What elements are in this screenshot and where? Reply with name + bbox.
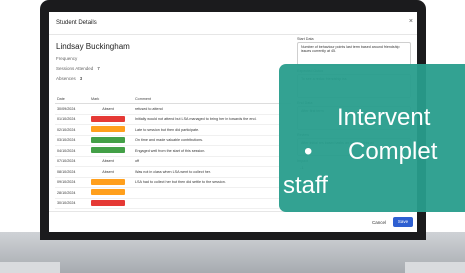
row-comment: Engaged well from the start of this sess… [133,145,291,157]
close-icon[interactable]: × [409,18,413,25]
table-row[interactable]: 02/10/2024 Late to session but then did p… [55,124,291,136]
mark-indicator[interactable] [91,189,125,196]
row-date: 09/10/2024 [55,177,89,188]
row-date: 28/10/2024 [55,187,89,199]
cancel-button[interactable]: Cancel [372,220,386,225]
table-row[interactable]: 30/10/2024 [55,198,291,209]
row-date: 01/10/2024 [55,114,89,125]
row-mark [89,114,133,125]
column-header-comment: Comment [133,95,291,104]
row-comment [133,187,291,199]
row-comment: Late to session but then did participate… [133,124,291,136]
table-row[interactable]: 09/10/2024 LSA had to collect her but the… [55,177,291,188]
mark-indicator[interactable] [91,115,125,122]
bullet-icon: • [304,138,313,165]
row-date: 30/10/2024 [55,198,89,209]
student-summary: Lindsay Buckingham Frequency Sessions At… [56,42,290,81]
modal-title: Student Details [56,20,97,26]
mark-text: Absent [102,159,114,164]
mark-text: Absent [102,106,114,111]
table-row[interactable]: 08/10/2024 Absent Was not in class when LS… [55,166,291,178]
callout-line-3: staff [283,172,328,199]
table-row[interactable]: 03/10/2024 On time and made valuable cont… [55,135,291,146]
row-mark [89,145,133,157]
row-mark [89,135,133,146]
row-date: 03/10/2024 [55,135,89,146]
save-button[interactable]: Save [393,217,413,227]
callout-overlay: Intervent • Complet staff [279,64,465,212]
row-mark: Absent [89,156,133,167]
row-comment: off [133,156,291,167]
attendance-table: Date Mark Comment 30/09/2024 Absent refuse… [55,95,291,209]
mark-indicator[interactable] [91,136,125,143]
row-comment: On time and made valuable contributions. [133,135,291,146]
row-comment [133,198,291,209]
sessions-label: Sessions Attended [56,66,94,71]
row-comment: Was not in class when LSA went to collec… [133,166,291,178]
sessions-value: 7 [97,66,100,71]
callout-line-2: Complet [348,138,438,165]
row-comment: LSA had to collect her but then did sett… [133,177,291,188]
student-name: Lindsay Buckingham [56,42,130,51]
sessions-attended: Sessions Attended 7 [56,66,290,71]
row-comment: Initially would not attend but LSA manag… [133,114,291,125]
callout-line-1: Intervent [337,104,431,131]
start-data-field[interactable]: Number of behaviour points last term bas… [297,42,411,66]
row-date: 07/10/2024 [55,156,89,167]
table-row[interactable]: 01/10/2024 Initially would not attend but… [55,114,291,125]
mark-text: Absent [102,169,114,174]
modal-footer: Cancel Save [49,211,417,232]
table-row[interactable]: 07/10/2024 Absent off [55,156,291,167]
modal-header: Student Details × [49,12,417,35]
row-mark [89,198,133,209]
mark-indicator[interactable] [91,178,125,185]
row-mark: Absent [89,103,133,115]
row-date: 30/09/2024 [55,103,89,115]
laptop-foot-left [0,262,60,273]
mark-indicator[interactable] [91,199,125,206]
table-row[interactable]: 30/09/2024 Absent refused to attend [55,103,291,115]
absences-value: 3 [79,76,83,81]
row-mark [89,177,133,188]
table-row[interactable]: 28/10/2024 [55,187,291,199]
absences: Absences 3 [56,76,290,81]
row-date: 04/10/2024 [55,145,89,157]
row-comment: refused to attend [133,103,291,115]
column-header-mark: Mark [89,95,133,104]
mark-indicator[interactable] [91,126,125,133]
mark-indicator[interactable] [91,147,125,154]
row-mark: Absent [89,166,133,178]
frequency-label: Frequency [56,56,78,61]
row-date: 08/10/2024 [55,166,89,178]
row-mark [89,124,133,136]
row-date: 02/10/2024 [55,124,89,136]
table-header-row: Date Mark Comment [55,95,291,104]
absences-label: Absences [56,76,76,81]
laptop-foot-right [405,262,465,273]
column-header-date: Date [55,95,89,104]
row-mark [89,187,133,199]
table-row[interactable]: 04/10/2024 Engaged well from the start of… [55,145,291,157]
